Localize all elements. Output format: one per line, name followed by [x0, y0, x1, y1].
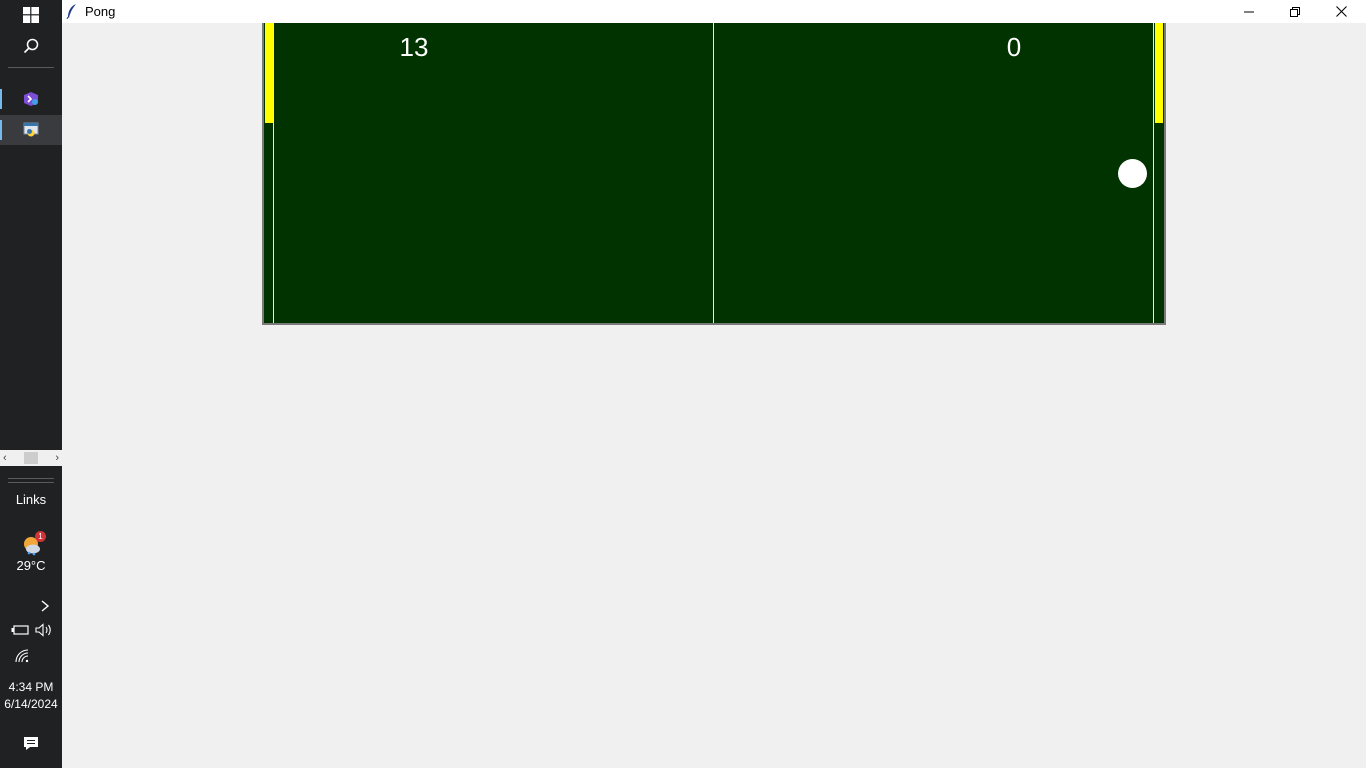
- weather-icon: 1: [20, 531, 46, 556]
- taskbar-divider: [8, 482, 54, 483]
- taskbar-divider: [8, 67, 54, 68]
- feather-icon: [66, 3, 78, 24]
- taskbar-divider: [8, 478, 54, 479]
- game-canvas[interactable]: 13 0: [262, 23, 1166, 325]
- action-center-icon: [24, 736, 38, 750]
- weather-widget[interactable]: 1 29°C: [0, 531, 62, 573]
- search-icon: [23, 38, 39, 54]
- close-icon: [1335, 6, 1347, 17]
- windows-logo-icon: [23, 7, 39, 23]
- left-gutter-line: [273, 23, 274, 323]
- minimize-button[interactable]: [1226, 0, 1272, 23]
- search-button[interactable]: [0, 34, 62, 58]
- restore-button[interactable]: [1272, 0, 1318, 23]
- links-toolbar[interactable]: Links: [0, 492, 62, 507]
- battery-button[interactable]: [8, 621, 32, 639]
- show-hidden-icons-button[interactable]: [34, 597, 56, 615]
- chevron-right-icon: [41, 600, 50, 612]
- wifi-icon: [15, 649, 29, 663]
- window-title: Pong: [85, 4, 116, 19]
- python-app-icon: [23, 122, 39, 137]
- ball: [1118, 159, 1147, 188]
- clock-date: 6/14/2024: [4, 697, 58, 711]
- running-indicator: [0, 89, 2, 109]
- temperature-label: 29°C: [16, 558, 46, 573]
- minimize-icon: [1244, 11, 1254, 12]
- right-gutter-line: [1153, 23, 1154, 323]
- restore-icon: [1290, 6, 1300, 17]
- start-button[interactable]: [0, 3, 62, 27]
- volume-button[interactable]: [32, 621, 56, 639]
- visual-studio-icon: [24, 92, 38, 106]
- left-paddle: [265, 23, 273, 123]
- left-score: 13: [399, 32, 429, 62]
- scroll-right-icon[interactable]: ›: [55, 452, 59, 464]
- taskbar-scroll[interactable]: ‹ ›: [0, 450, 62, 466]
- clock-time: 4:34 PM: [8, 680, 54, 694]
- right-score: 0: [1006, 32, 1022, 62]
- scroll-left-icon[interactable]: ‹: [3, 452, 7, 464]
- taskbar-app-visual-studio[interactable]: [0, 84, 62, 114]
- title-bar[interactable]: Pong: [62, 0, 1366, 23]
- notifications-button[interactable]: [0, 733, 62, 753]
- close-button[interactable]: [1318, 0, 1364, 23]
- clock[interactable]: 4:34 PM 6/14/2024: [0, 679, 62, 713]
- center-line: [713, 23, 714, 323]
- network-button[interactable]: [10, 647, 34, 665]
- scroll-thumb[interactable]: [24, 452, 38, 464]
- right-paddle: [1155, 23, 1163, 123]
- battery-icon: [11, 625, 29, 635]
- taskbar-app-python[interactable]: [0, 115, 62, 145]
- notification-badge: 1: [35, 531, 46, 542]
- active-indicator: [0, 120, 2, 140]
- speaker-icon: [35, 623, 51, 637]
- taskbar: ‹ › Links 1 29°C 4:34 PM 6/14/2024: [0, 0, 62, 768]
